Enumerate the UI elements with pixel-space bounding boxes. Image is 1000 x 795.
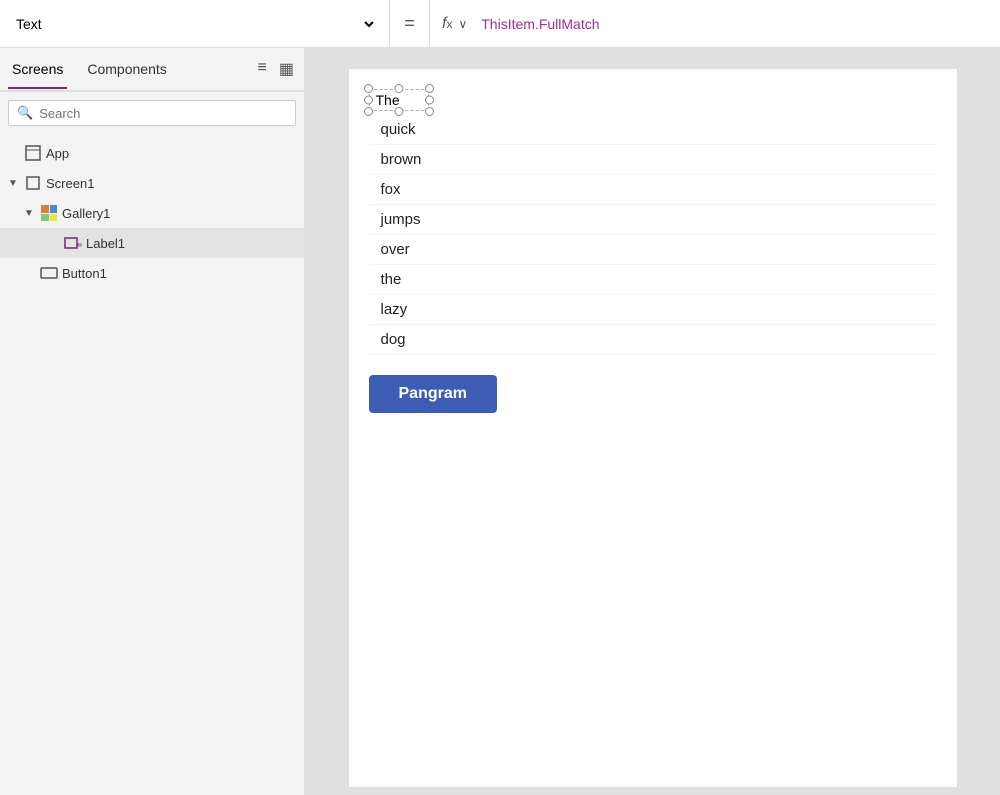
main-layout: Screens Components ≡ ▦ 🔍 App xyxy=(0,48,1000,795)
search-icon: 🔍 xyxy=(17,105,33,121)
search-input[interactable] xyxy=(39,106,287,121)
canvas-container: The quick brown fox jumps over the la xyxy=(348,68,958,788)
chevron-screen1: ▼ xyxy=(8,178,20,189)
button1-label: Button1 xyxy=(62,266,107,281)
gallery-item-4: over xyxy=(369,235,937,265)
svg-text:✏: ✏ xyxy=(77,240,82,250)
label-icon: ✏ xyxy=(64,234,82,252)
handle-tr[interactable] xyxy=(425,84,434,93)
handle-bm[interactable] xyxy=(394,107,403,116)
handle-tm[interactable] xyxy=(394,84,403,93)
formula-chevron-icon[interactable]: ∨ xyxy=(458,17,467,31)
fx-icon: fx xyxy=(442,15,452,33)
equals-sign: = xyxy=(390,0,430,48)
property-select[interactable]: Text xyxy=(12,15,377,33)
gallery-item-7: dog xyxy=(369,325,937,355)
gallery-item-2: fox xyxy=(369,175,937,205)
tree-item-gallery1[interactable]: ▼ Gallery1 xyxy=(0,198,304,228)
tree-item-button1[interactable]: Button1 xyxy=(0,258,304,288)
handle-br[interactable] xyxy=(425,107,434,116)
tree: App ▼ Screen1 ▼ Gallery1 xyxy=(0,134,304,795)
chevron-gallery1: ▼ xyxy=(24,208,36,219)
pangram-button[interactable]: Pangram xyxy=(369,375,497,413)
tree-item-screen1[interactable]: ▼ Screen1 xyxy=(0,168,304,198)
grid-view-icon[interactable]: ▦ xyxy=(277,57,296,81)
property-dropdown[interactable]: Text xyxy=(0,0,390,48)
handle-mr[interactable] xyxy=(425,96,434,105)
app-icon xyxy=(24,144,42,162)
screen1-label: Screen1 xyxy=(46,176,94,191)
label1-label: Label1 xyxy=(86,236,125,251)
tree-item-app[interactable]: App xyxy=(0,138,304,168)
tab-screens[interactable]: Screens xyxy=(8,51,67,89)
gallery-area: The quick brown fox jumps over the la xyxy=(349,69,957,355)
formula-text: ThisItem.FullMatch xyxy=(481,16,599,32)
tree-item-label1[interactable]: ✏ Label1 xyxy=(0,228,304,258)
selected-label-wrapper: The xyxy=(369,89,429,111)
handle-ml[interactable] xyxy=(364,96,373,105)
button-icon xyxy=(40,264,58,282)
handle-tl[interactable] xyxy=(364,84,373,93)
gallery-item-0: quick xyxy=(369,115,937,145)
sidebar-tabs: Screens Components ≡ ▦ xyxy=(0,48,304,92)
app-label: App xyxy=(46,146,69,161)
gallery-item-3: jumps xyxy=(369,205,937,235)
top-bar: Text = fx ∨ ThisItem.FullMatch xyxy=(0,0,1000,48)
canvas-area: The quick brown fox jumps over the la xyxy=(305,48,1000,795)
gallery1-label: Gallery1 xyxy=(62,206,110,221)
sidebar: Screens Components ≡ ▦ 🔍 App xyxy=(0,48,305,795)
list-view-icon[interactable]: ≡ xyxy=(256,57,269,81)
screen-icon xyxy=(24,174,42,192)
gallery-item-6: lazy xyxy=(369,295,937,325)
sidebar-search-container: 🔍 xyxy=(8,100,296,126)
gallery-item-5: the xyxy=(369,265,937,295)
gallery-item-1: brown xyxy=(369,145,937,175)
formula-bar: fx ∨ ThisItem.FullMatch xyxy=(430,0,1000,48)
handle-bl[interactable] xyxy=(364,107,373,116)
tab-components[interactable]: Components xyxy=(83,51,170,87)
gallery-icon xyxy=(40,204,58,222)
sidebar-tab-icons: ≡ ▦ xyxy=(256,57,296,81)
